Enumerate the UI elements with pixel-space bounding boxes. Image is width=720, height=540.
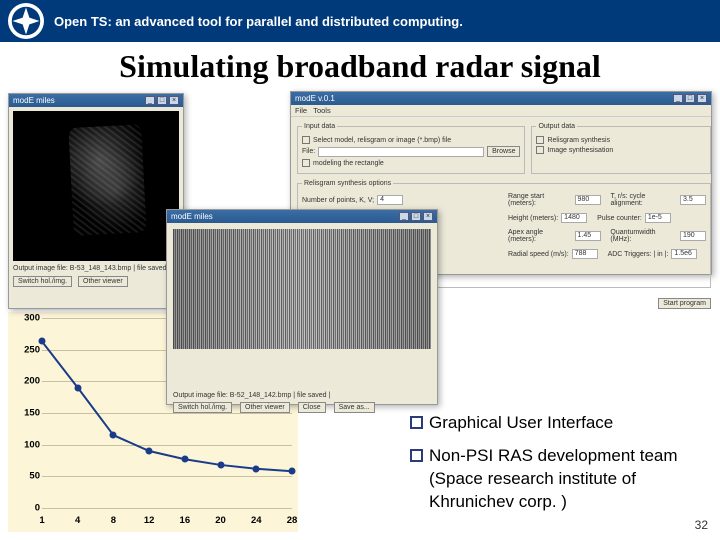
legend: Relisgram synthesis options bbox=[302, 180, 393, 187]
inp-apex[interactable]: 1.45 bbox=[575, 231, 601, 241]
star-logo-icon bbox=[11, 6, 41, 36]
min-icon[interactable]: _ bbox=[673, 94, 683, 103]
x-tick: 20 bbox=[206, 515, 236, 526]
slide-header: Open TS: an advanced tool for parallel a… bbox=[0, 0, 720, 42]
legend: Input data bbox=[302, 123, 337, 130]
inp-height[interactable]: 1480 bbox=[561, 213, 587, 223]
radio-select-file[interactable] bbox=[302, 136, 310, 144]
switch-button[interactable]: Switch hol./img. bbox=[13, 276, 72, 287]
inp-cycle[interactable]: 3.5 bbox=[680, 195, 706, 205]
cb-hologram[interactable] bbox=[536, 136, 544, 144]
bullet-gui: Graphical User Interface bbox=[429, 412, 613, 435]
hologram-image bbox=[173, 229, 431, 349]
input-data-group: Input data Select model, relisgram or im… bbox=[297, 123, 525, 174]
header-text: Open TS: an advanced tool for parallel a… bbox=[54, 14, 463, 29]
page-number: 32 bbox=[695, 518, 708, 532]
x-tick: 8 bbox=[98, 515, 128, 526]
data-point bbox=[253, 465, 260, 472]
cb-image[interactable] bbox=[536, 146, 544, 154]
y-tick: 300 bbox=[12, 313, 40, 324]
x-tick: 16 bbox=[170, 515, 200, 526]
data-point bbox=[181, 456, 188, 463]
window-title: modE miles bbox=[171, 212, 213, 221]
legend: Output data bbox=[536, 123, 577, 130]
data-point bbox=[289, 468, 296, 475]
bullet-icon bbox=[410, 449, 423, 462]
inp-rad[interactable]: 788 bbox=[572, 249, 598, 259]
bullet-list: Graphical User Interface Non-PSI RAS dev… bbox=[410, 402, 710, 524]
logo bbox=[8, 3, 44, 39]
bullet-icon bbox=[410, 416, 423, 429]
output-file-label: Output image file: B-52_148_142.bmp | fi… bbox=[173, 392, 431, 399]
max-icon[interactable]: □ bbox=[157, 96, 167, 105]
inp-adc[interactable]: 1.5e6 bbox=[671, 249, 697, 259]
y-tick: 100 bbox=[12, 439, 40, 450]
window-title: modE v.0.1 bbox=[295, 94, 335, 103]
x-tick: 1 bbox=[27, 515, 57, 526]
data-point bbox=[146, 448, 153, 455]
inp-band[interactable]: 190 bbox=[680, 231, 706, 241]
bullet-team: Non-PSI RAS development team (Space rese… bbox=[429, 445, 710, 514]
min-icon[interactable]: _ bbox=[399, 212, 409, 221]
titlebar: modE miles _ □ × bbox=[9, 94, 183, 107]
y-tick: 50 bbox=[12, 471, 40, 482]
switch-button[interactable]: Switch hol./img. bbox=[173, 402, 232, 413]
screenshot-cluster: modE miles _ □ × Output image file: B-53… bbox=[0, 89, 720, 349]
output-file-label: Output image file: B-53_148_143.bmp | fi… bbox=[13, 265, 179, 272]
max-icon[interactable]: □ bbox=[685, 94, 695, 103]
data-point bbox=[217, 461, 224, 468]
data-point bbox=[74, 384, 81, 391]
titlebar: modE miles _ □ × bbox=[167, 210, 437, 223]
output-data-group: Output data Relisgram synthesis Image sy… bbox=[531, 123, 711, 174]
radio-model-rect[interactable] bbox=[302, 159, 310, 167]
titlebar: modE v.0.1 _ □ × bbox=[291, 92, 711, 105]
inp-points[interactable]: 4 bbox=[377, 195, 403, 205]
close-icon[interactable]: × bbox=[423, 212, 433, 221]
x-tick: 24 bbox=[241, 515, 271, 526]
other-viewer-button[interactable]: Other viewer bbox=[240, 402, 290, 413]
close-icon[interactable]: × bbox=[169, 96, 179, 105]
start-program-button[interactable]: Start program bbox=[658, 298, 711, 309]
y-tick: 200 bbox=[12, 376, 40, 387]
window-hologram-viewer: modE miles _ □ × Output image file: B-52… bbox=[166, 209, 438, 405]
max-icon[interactable]: □ bbox=[411, 212, 421, 221]
x-tick: 4 bbox=[63, 515, 93, 526]
menubar: File Tools bbox=[291, 105, 711, 117]
x-tick: 12 bbox=[134, 515, 164, 526]
menu-file[interactable]: File bbox=[295, 106, 307, 115]
close-button[interactable]: Close bbox=[298, 402, 326, 413]
min-icon[interactable]: _ bbox=[145, 96, 155, 105]
menu-tools[interactable]: Tools bbox=[313, 106, 331, 115]
inp-range[interactable]: 980 bbox=[575, 195, 601, 205]
x-tick: 28 bbox=[277, 515, 307, 526]
data-point bbox=[110, 432, 117, 439]
y-tick: 150 bbox=[12, 408, 40, 419]
slide-title: Simulating broadband radar signal bbox=[0, 48, 720, 85]
other-viewer-button[interactable]: Other viewer bbox=[78, 276, 128, 287]
inp-pulse[interactable]: 1e-5 bbox=[645, 213, 671, 223]
file-input[interactable] bbox=[318, 147, 484, 157]
save-as-button[interactable]: Save as... bbox=[334, 402, 375, 413]
window-title: modE miles bbox=[13, 96, 55, 105]
data-point bbox=[39, 338, 46, 345]
y-tick: 250 bbox=[12, 344, 40, 355]
window-radar-viewer: modE miles _ □ × Output image file: B-53… bbox=[8, 93, 184, 309]
radar-image bbox=[13, 111, 179, 261]
y-tick: 0 bbox=[12, 503, 40, 514]
browse-button[interactable]: Browse bbox=[487, 146, 520, 157]
close-icon[interactable]: × bbox=[697, 94, 707, 103]
